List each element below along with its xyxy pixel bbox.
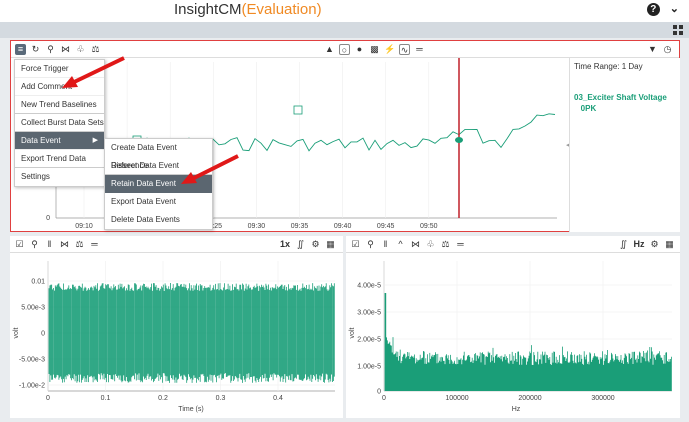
menu-item-collect-burst[interactable]: Collect Burst Data Sets — [15, 114, 104, 132]
trend-x-tick: 09:10 — [75, 223, 93, 230]
app-title: InsightCM(Evaluation) — [174, 1, 322, 18]
spectrum-y-tick: 1.00e-5 — [357, 364, 381, 371]
trend-x-tick: 09:35 — [291, 223, 309, 230]
checkbox-icon[interactable]: ☑ — [14, 239, 25, 250]
cursor-bars-icon[interactable]: ‖ — [380, 239, 391, 250]
submenu-arrow-icon: ▶ — [92, 137, 98, 144]
rss-icon[interactable]: ▩ — [369, 44, 380, 55]
channel-name-line2: 0PK — [580, 104, 597, 113]
grid-icon[interactable]: ▦ — [664, 239, 675, 250]
scale-icon[interactable]: ⚖ — [440, 239, 451, 250]
cursor-icon[interactable]: ⋈ — [59, 239, 70, 250]
channel-name-line1: 03_Exciter Shaft Voltage — [574, 93, 667, 102]
annotation-arrow-retain — [181, 154, 239, 184]
menu-item-new-trend-baselines[interactable]: New Trend Baselines — [15, 96, 104, 114]
waveform-y-tick: -5.00e-3 — [19, 357, 45, 364]
waveform-panel: ☑ ⚲ ‖ ⋈ ⚖ ═ 1x ∬ ⚙ ▦ 0.01 5.00e-3 0 -5.00e-… — [10, 236, 343, 418]
annotation-arrow-add-comment — [62, 56, 125, 88]
spectrum-x-label: Hz — [512, 406, 521, 413]
lines-icon[interactable]: ═ — [89, 239, 100, 250]
trend-x-tick: 09:50 — [420, 223, 438, 230]
menu-item-data-event[interactable]: Data Event ▶ — [15, 132, 104, 150]
spectrum-y-tick: 4.00e-5 — [357, 283, 381, 290]
spectrum-trace — [384, 293, 672, 391]
app-name: InsightCM — [174, 1, 242, 18]
top-bar: InsightCM(Evaluation) ? ⌄ — [0, 0, 689, 22]
menu-item-data-event-label: Data Event — [21, 136, 61, 145]
trend-side-pane: Time Range: 1 Day 03_Exciter Shaft Volta… — [569, 58, 680, 232]
cursor-bars-icon[interactable]: ‖ — [44, 239, 55, 250]
checkbox-icon[interactable]: ☑ — [350, 239, 361, 250]
gear-icon[interactable]: ⚙ — [649, 239, 660, 250]
waveform-y-tick: 0 — [41, 331, 45, 338]
cursor-point — [455, 137, 463, 143]
bolt-icon[interactable]: ⚡ — [384, 44, 395, 55]
layout-strip — [0, 22, 689, 38]
spectrum-y-label: volt — [349, 328, 356, 339]
waveform-x-tick: 0.2 — [158, 395, 168, 402]
menu-item-export-trend-data[interactable]: Export Trend Data — [15, 150, 104, 168]
refresh-icon[interactable]: ↻ — [30, 44, 41, 55]
integral-icon[interactable]: ∬ — [295, 239, 306, 250]
waveform-y-tick: -1.00e-2 — [19, 383, 45, 390]
comment-icon[interactable]: ○ — [339, 44, 350, 55]
lines-icon[interactable]: ═ — [414, 44, 425, 55]
chevron-down-icon[interactable]: ⌄ — [670, 3, 679, 16]
spectrum-toolbar: ☑ ⚲ ‖ ^ ⋈ ♧ ⚖ ═ ∬ Hz ⚙ ▦ — [346, 236, 680, 253]
waveform-x-tick: 0.1 — [101, 395, 111, 402]
channel-name[interactable]: 03_Exciter Shaft Voltage 0PK — [574, 92, 679, 114]
submenu-item-delete[interactable]: Delete Data Events — [105, 211, 212, 229]
zoom-icon[interactable]: ⚲ — [365, 239, 376, 250]
info-icon[interactable]: ● — [354, 44, 365, 55]
spectrum-x-tick: 0 — [382, 395, 386, 402]
time-range-label: Time Range: 1 Day — [574, 62, 643, 71]
zoom-icon[interactable]: ⚲ — [45, 44, 56, 55]
spectrum-panel: ☑ ⚲ ‖ ^ ⋈ ♧ ⚖ ═ ∬ Hz ⚙ ▦ 4.00e-5 3.00e-5 2… — [346, 236, 680, 418]
peak-icon[interactable]: ^ — [395, 239, 406, 250]
waveform-y-label: volt — [13, 328, 20, 339]
spectrum-y-tick: 3.00e-5 — [357, 310, 381, 317]
spectrum-chart[interactable]: 4.00e-5 3.00e-5 2.00e-5 1.00e-5 00 100000 2000… — [346, 253, 680, 418]
app-edition: (Evaluation) — [241, 1, 322, 18]
filter-icon[interactable]: ▼ — [647, 44, 658, 55]
scale-icon[interactable]: ⚖ — [74, 239, 85, 250]
alarm-bell-icon[interactable]: ▲ — [324, 44, 335, 55]
waveform-x-tick: 0.3 — [216, 395, 226, 402]
trend-x-tick: 09:40 — [334, 223, 352, 230]
lines-icon[interactable]: ═ — [455, 239, 466, 250]
hamburger-menu-icon[interactable]: ≡ — [15, 44, 26, 55]
waveform-x-tick: 0.4 — [273, 395, 283, 402]
menu-item-settings[interactable]: Settings — [15, 168, 104, 186]
bell-icon[interactable]: ♧ — [425, 239, 436, 250]
hz-label[interactable]: Hz — [632, 239, 646, 250]
trend-x-tick: 09:30 — [248, 223, 266, 230]
waveform-x-tick: 0 — [46, 395, 50, 402]
spectrum-y-tick: 2.00e-5 — [357, 337, 381, 344]
gear-icon[interactable]: ⚙ — [310, 239, 321, 250]
clock-icon[interactable]: ◷ — [662, 44, 673, 55]
spectrum-x-tick: 200000 — [518, 395, 541, 402]
spectrum-x-tick: 100000 — [445, 395, 468, 402]
help-icon[interactable]: ? — [646, 3, 660, 16]
grid-layout-icon[interactable] — [673, 25, 683, 35]
trend-x-tick: 09:45 — [377, 223, 395, 230]
waveform-chart[interactable]: 0.015.00e-30-5.00e-3-1.00e-20 0.1 0.2 0.3 0.… — [10, 253, 343, 418]
harmonic-icon[interactable]: ⋈ — [410, 239, 421, 250]
integral-icon[interactable]: ∬ — [618, 239, 629, 250]
trend-y-tick: 0 — [46, 215, 50, 222]
trend-icon[interactable]: ∿ — [399, 44, 410, 55]
zoom-icon[interactable]: ⚲ — [29, 239, 40, 250]
waveform-x-label: Time (s) — [178, 406, 203, 413]
spectrum-y-tick: 0 — [377, 389, 381, 396]
waveform-toolbar: ☑ ⚲ ‖ ⋈ ⚖ ═ 1x ∬ ⚙ ▦ — [10, 236, 343, 253]
data-event-marker — [293, 105, 303, 115]
waveform-y-tick: 0.01 — [31, 279, 45, 286]
grid-icon[interactable]: ▦ — [325, 239, 336, 250]
submenu-item-export[interactable]: Export Data Event — [105, 193, 212, 211]
speed-label[interactable]: 1x — [278, 239, 292, 250]
spectrum-x-tick: 300000 — [591, 395, 614, 402]
waveform-y-tick: 5.00e-3 — [21, 305, 45, 312]
